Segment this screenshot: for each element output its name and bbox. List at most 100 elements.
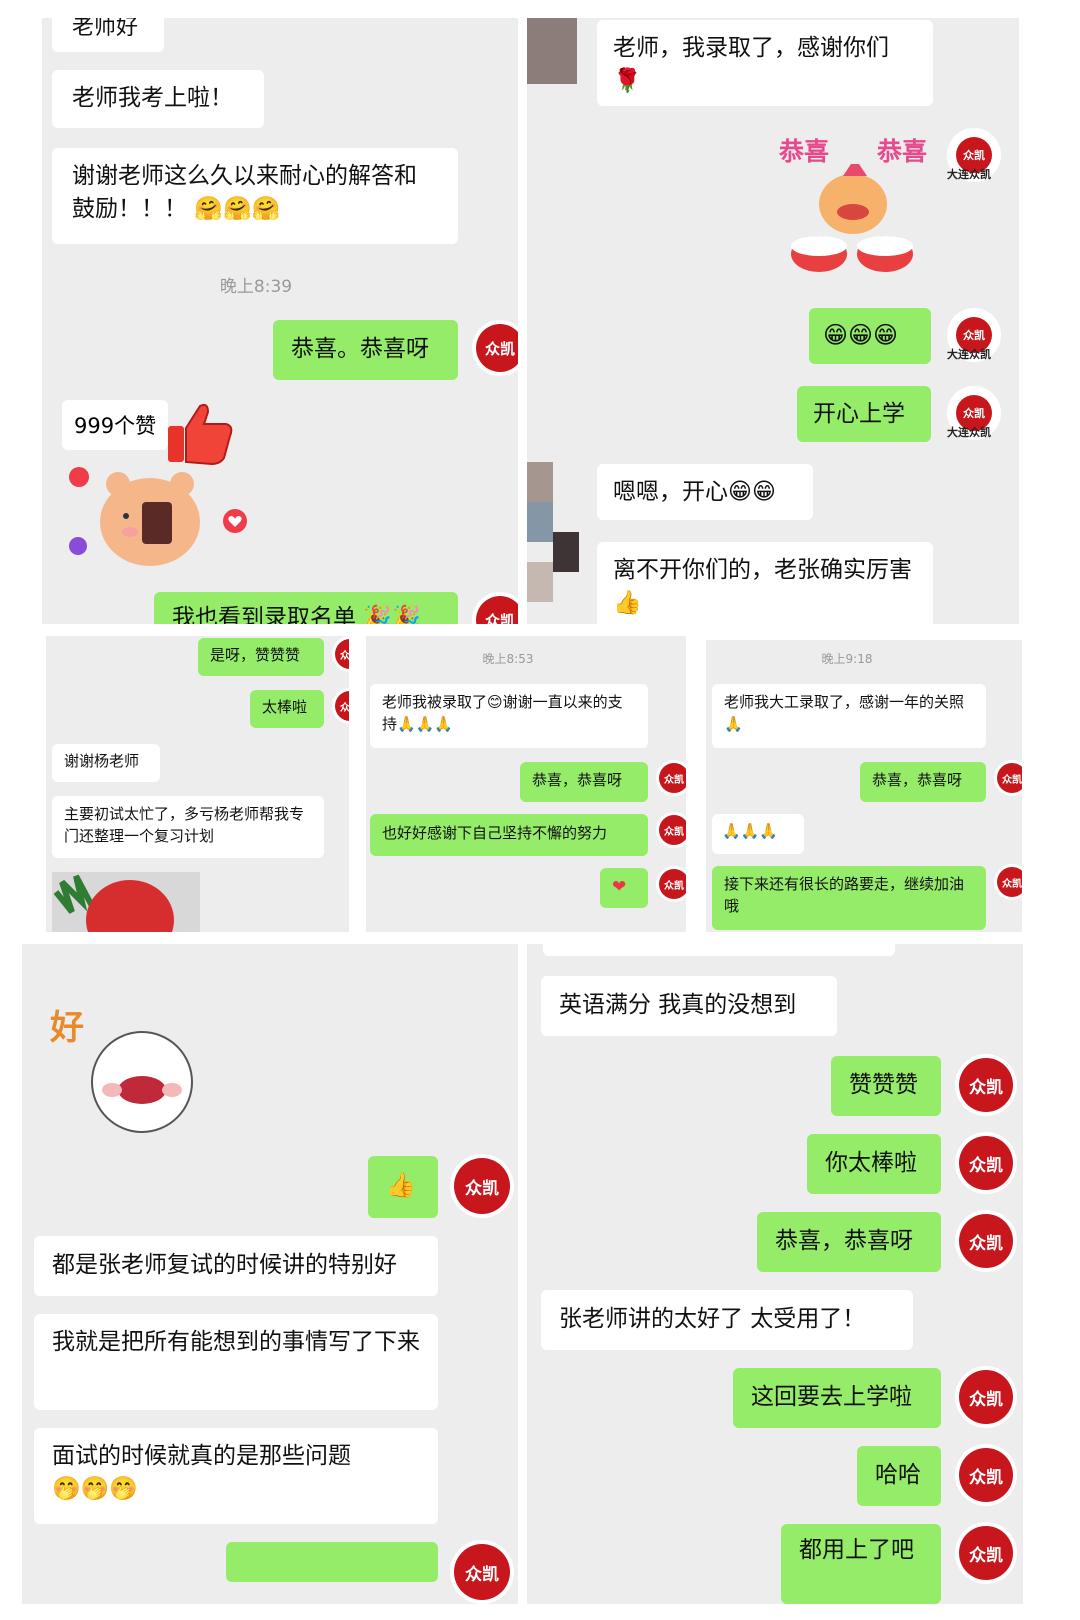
message-bubble-sent[interactable]: 恭喜，恭喜呀 — [860, 762, 986, 802]
message-bubble[interactable]: 老师我被录取了😊谢谢一直以来的支持🙏🙏🙏 — [370, 684, 648, 748]
message-bubble-sent[interactable]: 哈哈 — [857, 1446, 941, 1506]
crying-face-icon — [91, 1031, 193, 1133]
avatar[interactable]: 众凯 — [994, 760, 1022, 796]
avatar-logo: 众凯 — [335, 639, 349, 669]
message-bubble[interactable]: 面试的时候就真的是那些问题 🤭🤭🤭 — [34, 1428, 438, 1524]
bear-with-phone-icon — [100, 472, 200, 566]
hug-emoji-icon: 🤗🤗🤗 — [194, 196, 281, 223]
avatar-logo: 众凯 — [997, 763, 1022, 793]
message-bubble-partial[interactable]: 老师好 — [52, 18, 164, 52]
congrats-sticker: 恭喜 恭喜 — [777, 128, 937, 288]
message-bubble-sent[interactable]: 恭喜，恭喜呀 — [520, 762, 648, 802]
message-bubble-sent[interactable]: 恭喜。恭喜呀 — [273, 320, 458, 380]
avatar-logo: 众凯 — [997, 867, 1022, 897]
message-bubble[interactable]: 谢谢老师这么久以来耐心的解答和鼓励！！！ 🤗🤗🤗 — [52, 148, 458, 244]
message-text: 我就是把所有能想到的事情写了下来 — [52, 1329, 420, 1355]
message-bubble-sent[interactable]: 是呀，赞赞赞 — [198, 638, 324, 676]
message-text: 英语满分 我真的没想到 — [559, 992, 797, 1018]
message-bubble-sent[interactable]: 你太棒啦 — [807, 1134, 941, 1194]
message-bubble-partial[interactable] — [543, 944, 895, 956]
like-sticker: 999个赞 — [60, 396, 260, 596]
sticker-text: 恭喜 — [779, 137, 830, 166]
avatar[interactable]: 众凯 — [332, 636, 349, 672]
message-bubble[interactable]: 老师，我录取了，感谢你们 🌹 — [597, 20, 933, 106]
message-bubble-sent[interactable]: 接下来还有很长的路要走，继续加油哦 — [712, 866, 986, 930]
thumbs-up-icon — [168, 403, 233, 466]
message-bubble[interactable]: 老师我考上啦！ — [52, 70, 264, 128]
avatar[interactable]: 众凯 — [332, 688, 349, 724]
message-text: 也好好感谢下自己坚持不懈的努力 — [382, 824, 608, 842]
message-text: 你太棒啦 — [825, 1150, 917, 1176]
message-bubble[interactable]: 🙏🙏🙏 — [712, 814, 804, 854]
avatar[interactable]: 众凯 — [955, 1132, 1017, 1194]
message-text: 都用上了吧 — [799, 1537, 914, 1563]
avatar[interactable]: 众凯 — [955, 1210, 1017, 1272]
message-bubble-sent[interactable]: 恭喜，恭喜呀 — [757, 1212, 941, 1272]
message-text: 我也看到录取名单 — [172, 605, 356, 624]
sticker-text: 好 — [50, 1008, 84, 1048]
pray-emoji-icon: 🙏🙏🙏 — [722, 822, 779, 840]
message-text: 哈哈 — [875, 1462, 921, 1488]
avatar[interactable]: 众凯 — [955, 1366, 1017, 1428]
message-bubble-sent[interactable]: 赞赞赞 — [831, 1056, 941, 1116]
message-text: 恭喜。恭喜呀 — [291, 336, 429, 362]
avatar-logo: 众凯 — [959, 1214, 1013, 1268]
image-thumbnail[interactable] — [52, 872, 200, 932]
message-bubble-sent[interactable]: 😁😁😁 — [809, 308, 931, 364]
avatar[interactable]: 众凯 — [955, 1054, 1017, 1116]
message-bubble[interactable]: 张老师讲的太好了 太受用了！ — [541, 1290, 913, 1350]
avatar[interactable]: 众凯 — [994, 864, 1022, 900]
message-bubble[interactable]: 老师我大工录取了，感谢一年的关照 🙏 — [712, 684, 986, 748]
avatar[interactable]: 众凯 — [472, 592, 518, 624]
message-bubble[interactable]: 英语满分 我真的没想到 — [541, 976, 837, 1036]
message-bubble[interactable]: 谢谢杨老师 — [52, 744, 160, 782]
chat-panel-4: 晚上8:53 老师我被录取了😊谢谢一直以来的支持🙏🙏🙏 恭喜，恭喜呀 众凯 也好… — [366, 636, 686, 932]
message-bubble-sent[interactable]: 开心上学 — [797, 386, 931, 442]
message-bubble[interactable]: 离不开你们的，老张确实厉害 👍 — [597, 542, 933, 624]
message-text: 都是张老师复试的时候讲的特别好 — [52, 1252, 397, 1278]
chat-panel-5: 晚上9:18 老师我大工录取了，感谢一年的关照 🙏 恭喜，恭喜呀 众凯 🙏🙏🙏 接… — [706, 640, 1022, 932]
thumbs-up-emoji-icon: 👍 — [613, 590, 642, 617]
message-bubble-sent[interactable]: 👍 — [368, 1156, 438, 1218]
thumbs-up-emoji-icon: 👍 — [386, 1171, 416, 1199]
avatar[interactable]: 众凯 — [656, 812, 686, 848]
sticker-text: 恭喜 — [877, 137, 928, 166]
rose-emoji-icon: 🌹 — [613, 68, 642, 95]
avatar[interactable]: 众凯 — [450, 1540, 514, 1604]
message-text: 是呀，赞赞赞 — [210, 646, 301, 664]
avatar-blurred[interactable] — [527, 18, 577, 84]
thumbs-up-small-icon — [69, 467, 89, 487]
grin-emoji-icon: 😁😁 — [728, 479, 776, 505]
message-text: 恭喜，恭喜呀 — [775, 1228, 913, 1254]
message-bubble[interactable]: 都是张老师复试的时候讲的特别好 — [34, 1236, 438, 1296]
message-bubble[interactable]: 我就是把所有能想到的事情写了下来 — [34, 1314, 438, 1410]
avatar[interactable]: 众凯 — [656, 866, 686, 902]
message-bubble-sent[interactable]: 也好好感谢下自己坚持不懈的努力 — [370, 814, 648, 856]
message-bubble-sent[interactable]: 这回要去上学啦 — [733, 1368, 941, 1428]
message-bubble[interactable]: 嗯嗯，开心😁😁 — [597, 464, 813, 520]
brand-tag: 大连众凯 — [947, 348, 991, 361]
message-bubble-sent[interactable]: 太棒啦 — [250, 690, 324, 728]
avatar-logo: 众凯 — [335, 691, 349, 721]
avatar[interactable]: 众凯 — [955, 1522, 1017, 1584]
avatar-blurred[interactable] — [527, 462, 579, 602]
message-bubble-sent[interactable]: ❤ — [600, 868, 648, 908]
message-bubble-sent-partial[interactable] — [226, 1542, 438, 1582]
message-bubble-sent-partial[interactable]: 都用上了吧 — [781, 1524, 941, 1604]
timestamp: 晚上8:53 — [482, 652, 534, 666]
message-bubble-sent-partial[interactable]: 我也看到录取名单 🎉🎉 — [154, 592, 458, 624]
message-text: 赞赞赞 — [849, 1072, 918, 1098]
avatar[interactable]: 众凯 — [656, 760, 686, 796]
message-text: 老师我大工录取了，感谢一年的关照 — [724, 693, 965, 711]
avatar[interactable]: 众凯 — [472, 320, 518, 376]
avatar-logo: 众凯 — [454, 1544, 510, 1600]
grin-emoji-icon: 😁😁😁 — [823, 321, 899, 349]
timestamp: 晚上9:18 — [821, 652, 873, 666]
grin-covering-emoji-icon: 🤭🤭🤭 — [52, 1476, 138, 1503]
message-text: 嗯嗯，开心 — [613, 479, 728, 505]
message-text: 老师我考上啦！ — [72, 85, 233, 111]
avatar[interactable]: 众凯 — [955, 1444, 1017, 1506]
chat-panel-3: 是呀，赞赞赞 众凯 太棒啦 众凯 谢谢杨老师 主要初试太忙了，多亏杨老师帮我专门… — [46, 636, 349, 932]
avatar[interactable]: 众凯 — [450, 1154, 514, 1218]
message-bubble[interactable]: 主要初试太忙了，多亏杨老师帮我专门还整理一个复习计划 — [52, 796, 324, 858]
